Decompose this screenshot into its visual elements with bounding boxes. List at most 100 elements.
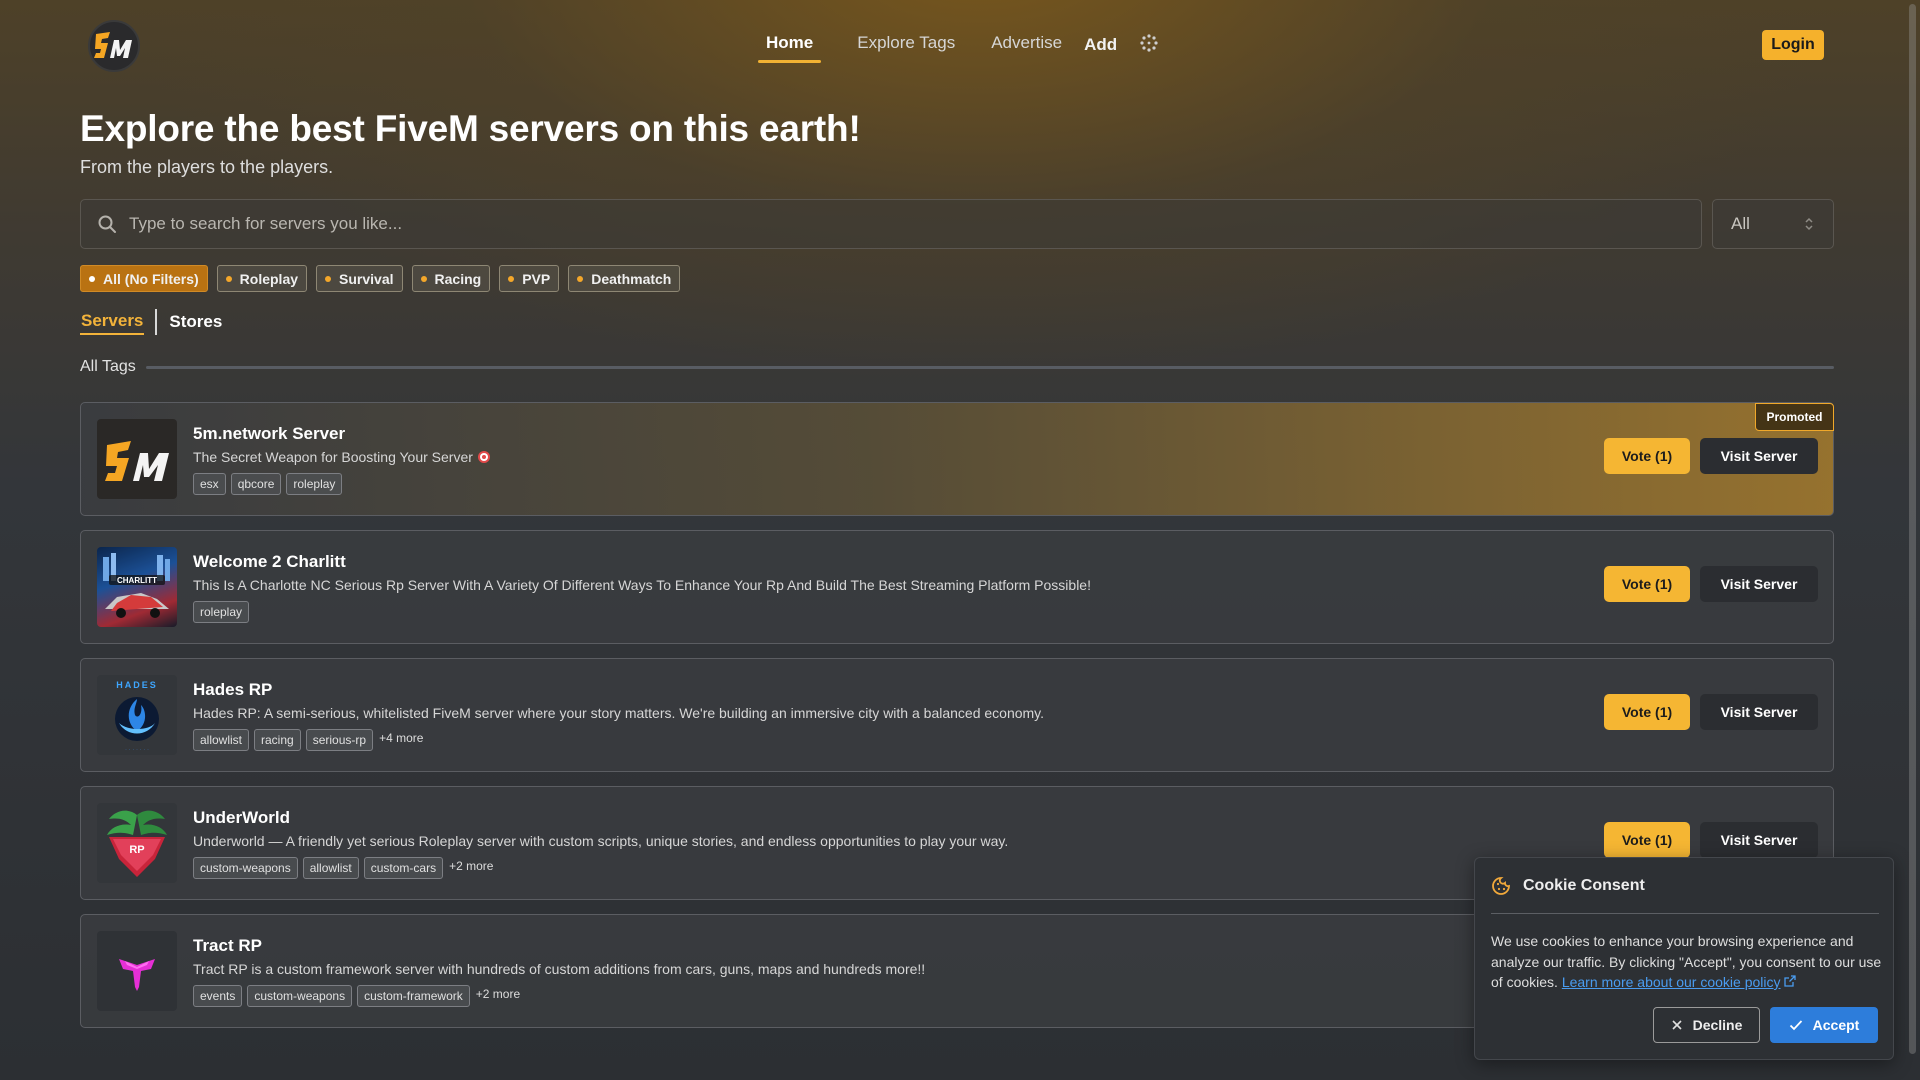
target-icon — [477, 451, 490, 463]
server-description: Hades RP: A semi-serious, whitelisted Fi… — [193, 705, 1045, 721]
thumbnail-text: RP — [129, 844, 144, 856]
vote-button[interactable]: Vote (1) — [1604, 822, 1690, 858]
external-link-icon[interactable] — [1784, 975, 1797, 987]
filter-chip-roleplay[interactable]: Roleplay — [216, 265, 308, 292]
promoted-badge: Promoted — [1755, 403, 1834, 431]
page-subtitle: From the players to the players. — [80, 157, 334, 177]
nav-explore-tags[interactable]: Explore Tags — [855, 29, 957, 61]
visit-server-button[interactable]: Visit Server — [1700, 438, 1818, 474]
server-tags: events custom-weapons custom-framework +… — [193, 985, 520, 1007]
server-name[interactable]: Tract RP — [193, 936, 262, 956]
filter-chip-deathmatch[interactable]: Deathmatch — [568, 265, 681, 292]
more-tags-link[interactable]: +2 more — [476, 987, 520, 1001]
nav-advertise[interactable]: Advertise — [989, 29, 1064, 61]
chip-dot-icon — [508, 275, 515, 282]
server-name[interactable]: 5m.network Server — [193, 424, 345, 444]
server-name[interactable]: Welcome 2 Charlitt — [193, 552, 346, 572]
server-thumbnail — [97, 931, 177, 1011]
filter-chip-label: Racing — [434, 270, 482, 287]
server-card[interactable]: CHARLITT Welcome 2 Charlitt This Is A Ch… — [80, 530, 1834, 644]
site-header: Home Explore Tags Advertise Add Login — [0, 0, 1920, 90]
underworld-logo-icon: RP — [107, 810, 167, 877]
section-divider — [145, 365, 1834, 369]
search-placeholder: Type to search for servers you like... — [129, 214, 403, 233]
tab-stores[interactable]: Stores — [168, 310, 223, 334]
chip-dot-icon — [89, 275, 95, 282]
server-thumbnail: CHARLITT — [97, 547, 177, 627]
tab-servers[interactable]: Servers — [80, 309, 145, 335]
server-tag[interactable]: qbcore — [230, 473, 282, 495]
accept-button[interactable]: Accept — [1770, 1007, 1878, 1043]
visit-server-button[interactable]: Visit Server — [1700, 822, 1818, 858]
server-thumbnail: HADES · · · · · · · — [97, 675, 177, 755]
visit-server-button[interactable]: Visit Server — [1700, 566, 1818, 602]
server-tag[interactable]: roleplay — [193, 601, 250, 623]
server-card[interactable]: 5m.network Server The Secret Weapon for … — [80, 402, 1834, 516]
page-title: Explore the best FiveM servers on this e… — [80, 108, 861, 149]
check-icon — [1789, 1020, 1802, 1031]
section-header: All Tags — [80, 358, 1834, 376]
vote-button[interactable]: Vote (1) — [1604, 566, 1690, 602]
filter-chip-all[interactable]: All (No Filters) — [80, 265, 208, 292]
server-tag[interactable]: custom-framework — [357, 985, 470, 1007]
server-tag[interactable]: allowlist — [193, 729, 250, 751]
cookie-consent-dialog: Cookie Consent We use cookies to enhance… — [1474, 857, 1894, 1060]
svg-text:· · · · · · ·: · · · · · · · — [125, 747, 149, 753]
server-thumbnail — [97, 419, 177, 499]
server-tag[interactable]: roleplay — [286, 473, 343, 495]
scrollbar-thumb[interactable] — [1909, 4, 1916, 1054]
decline-button[interactable]: Decline — [1653, 1007, 1760, 1043]
listing-tabs: Servers Stores — [80, 308, 223, 336]
server-tags: allowlist racing serious-rp +4 more — [193, 729, 423, 751]
server-description: This Is A Charlotte NC Serious Rp Server… — [193, 577, 1091, 593]
cookie-message: We use cookies to enhance your browsing … — [1491, 931, 1883, 993]
server-tag[interactable]: esx — [193, 473, 226, 495]
vote-button[interactable]: Vote (1) — [1604, 694, 1690, 730]
server-tag[interactable]: custom-cars — [363, 857, 444, 879]
server-tag[interactable]: racing — [254, 729, 301, 751]
chip-dot-icon — [577, 275, 584, 282]
filter-chip-label: Roleplay — [239, 270, 299, 287]
nav-add[interactable]: Add — [1084, 31, 1117, 59]
filter-chip-label: PVP — [522, 270, 551, 287]
vote-button[interactable]: Vote (1) — [1604, 438, 1690, 474]
thumbnail-text: HADES — [116, 680, 158, 690]
server-tag[interactable]: allowlist — [302, 857, 359, 879]
filter-chip-racing[interactable]: Racing — [411, 265, 491, 292]
server-tag[interactable]: custom-weapons — [193, 857, 298, 879]
filter-chip-pvp[interactable]: PVP — [499, 265, 560, 292]
more-tags-link[interactable]: +2 more — [449, 859, 493, 873]
category-select[interactable]: All — [1712, 199, 1834, 249]
cookie-policy-link[interactable]: Learn more about our cookie policy — [1562, 974, 1781, 990]
server-thumbnail: RP — [97, 803, 177, 883]
close-icon — [1672, 1020, 1682, 1030]
server-tag[interactable]: events — [193, 985, 243, 1007]
tab-divider — [155, 309, 158, 335]
filter-chip-survival[interactable]: Survival — [316, 265, 403, 292]
server-description: The Secret Weapon for Boosting Your Serv… — [193, 449, 491, 465]
cookie-header: Cookie Consent — [1491, 876, 1645, 896]
search-input[interactable]: Type to search for servers you like... — [80, 199, 1702, 249]
5m-logo-icon — [105, 441, 169, 481]
server-tag[interactable]: custom-weapons — [247, 985, 353, 1007]
server-description-text: The Secret Weapon for Boosting Your Serv… — [193, 449, 473, 465]
nav-home[interactable]: Home — [756, 29, 823, 63]
loading-dots-icon[interactable] — [1139, 33, 1159, 53]
filter-chip-label: Deathmatch — [591, 270, 672, 287]
server-name[interactable]: Hades RP — [193, 680, 272, 700]
site-logo[interactable] — [88, 20, 140, 72]
more-tags-link[interactable]: +4 more — [379, 731, 423, 745]
server-card[interactable]: HADES · · · · · · · Hades RP Hades RP: A… — [80, 658, 1834, 772]
login-button[interactable]: Login — [1762, 30, 1824, 60]
tract-logo-icon — [119, 959, 155, 991]
server-tags: roleplay — [193, 601, 254, 623]
page-scrollbar[interactable] — [1905, 0, 1920, 1080]
server-description: Underworld — A friendly yet serious Role… — [193, 833, 1009, 849]
chip-dot-icon — [420, 275, 427, 282]
server-tags: esx qbcore roleplay — [193, 473, 347, 495]
server-name[interactable]: UnderWorld — [193, 808, 290, 828]
cookie-title: Cookie Consent — [1523, 877, 1645, 894]
filter-chip-label: All (No Filters) — [103, 270, 199, 287]
server-tag[interactable]: serious-rp — [305, 729, 374, 751]
visit-server-button[interactable]: Visit Server — [1700, 694, 1818, 730]
